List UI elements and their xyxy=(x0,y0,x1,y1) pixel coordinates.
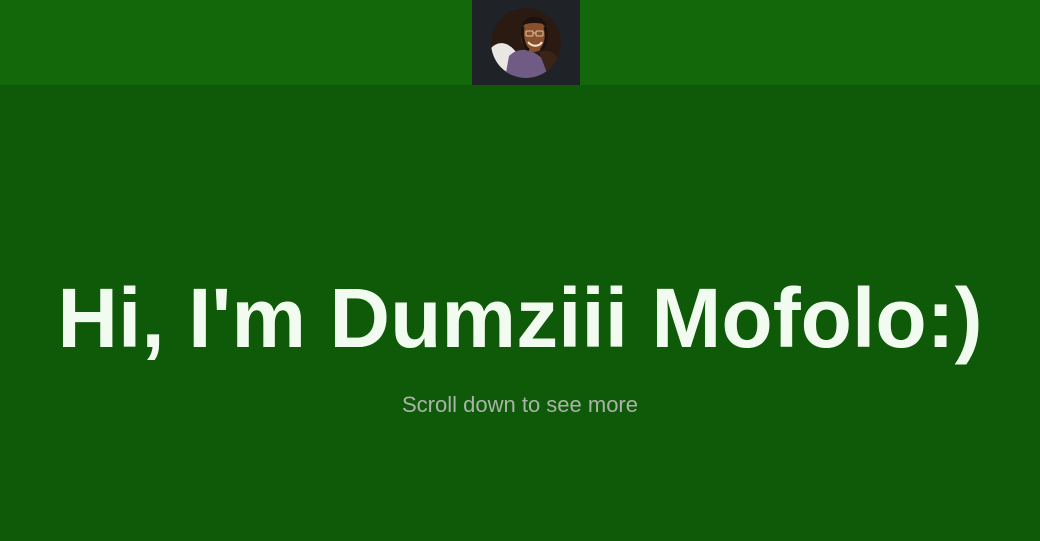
avatar-link[interactable] xyxy=(472,0,580,85)
hero-section: Hi, I'm Dumziii Mofolo:) Scroll down to … xyxy=(0,85,1040,541)
top-navigation-bar xyxy=(0,0,1040,85)
hero-title: Hi, I'm Dumziii Mofolo:) xyxy=(57,271,983,365)
scroll-hint: Scroll down to see more xyxy=(402,392,638,417)
avatar xyxy=(491,7,561,78)
